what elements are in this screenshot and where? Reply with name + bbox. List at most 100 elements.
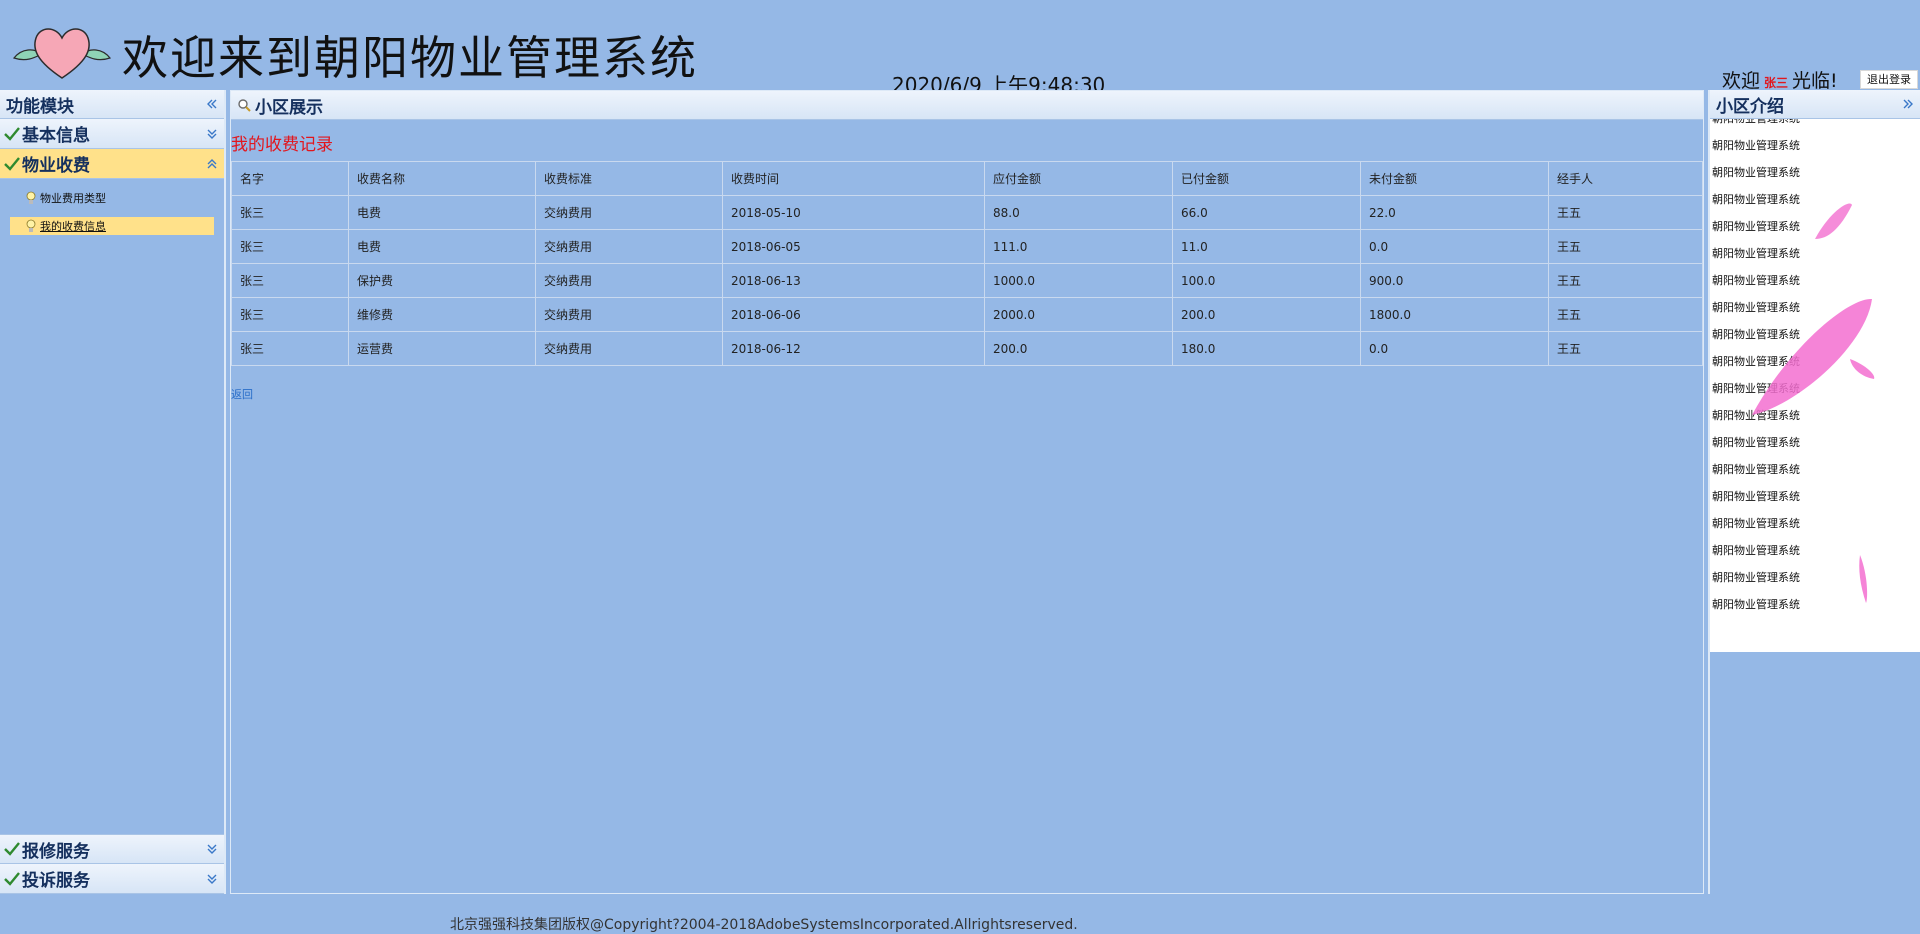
magnifier-icon [238,99,251,112]
sidebar-header: 功能模块 [0,90,224,119]
heart-with-wings-icon [12,28,112,79]
column-header: 经手人 [1548,161,1703,196]
right-panel-header: 小区介绍 [1710,90,1920,119]
main-panel: 小区展示 我的收费记录 名字 收费名称 收费标准 收费时间 应付金额 已付金额 … [230,90,1704,894]
table-cell: 张三 [231,263,349,298]
intro-line: 朝阳物业管理系统 [1712,598,1800,611]
welcome-suffix: 光临! [1792,70,1838,92]
chevron-down-icon [206,843,218,855]
table-row: 张三 电费 交纳费用 2018-06-05 111.0 11.0 0.0 王五 [231,229,1703,264]
table-cell: 2018-06-13 [722,263,985,298]
table-cell: 运营费 [348,331,536,366]
intro-line: 朝阳物业管理系统 [1712,409,1800,422]
collapse-left-icon[interactable] [206,98,218,110]
table-cell: 2018-06-06 [722,297,985,332]
table-cell: 0.0 [1360,229,1549,264]
table-cell: 900.0 [1360,263,1549,298]
table-cell: 100.0 [1172,263,1361,298]
intro-line: 朝阳物业管理系统 [1712,463,1800,476]
check-icon [4,871,20,886]
sidebar-item-my-fees[interactable]: 我的收费信息 [10,217,214,235]
table-cell: 王五 [1548,195,1703,230]
table-cell: 180.0 [1172,331,1361,366]
table-cell: 111.0 [984,229,1173,264]
table-cell: 张三 [231,195,349,230]
column-header: 已付金额 [1172,161,1361,196]
sidebar: 功能模块 基本信息 物业收费 物业费用类型 我的收费信息 报修服务 投诉服务 [0,90,226,894]
main-header: 小区展示 [231,91,1703,120]
table-cell: 张三 [231,331,349,366]
table-cell: 22.0 [1360,195,1549,230]
check-icon [4,126,20,141]
site-title: 欢迎来到朝阳物业管理系统 [122,31,698,85]
table-cell: 交纳费用 [535,297,723,332]
intro-line: 朝阳物业管理系统 [1712,517,1800,530]
intro-line: 朝阳物业管理系统 [1712,328,1800,341]
column-header: 收费时间 [722,161,985,196]
table-cell: 2018-05-10 [722,195,985,230]
table-cell: 交纳费用 [535,263,723,298]
table-cell: 200.0 [1172,297,1361,332]
user-name: 张三 [1764,76,1789,90]
table-cell: 1800.0 [1360,297,1549,332]
sidebar-submenu: 物业费用类型 我的收费信息 [0,179,224,251]
table-header-row: 名字 收费名称 收费标准 收费时间 应付金额 已付金额 未付金额 经手人 [231,161,1703,196]
sidebar-group-basic-info[interactable]: 基本信息 [0,119,224,149]
intro-line: 朝阳物业管理系统 [1712,166,1800,179]
intro-line: 朝阳物业管理系统 [1712,193,1800,206]
section-title: 我的收费记录 [231,135,333,155]
sidebar-group-repair[interactable]: 报修服务 [0,834,224,864]
expand-right-icon[interactable] [1902,98,1914,110]
intro-scroll-box[interactable]: 朝阳物业管理系统 朝阳物业管理系统 朝阳物业管理系统 朝阳物业管理系统 朝阳物业管理系统… [1710,119,1920,652]
check-icon [4,842,20,856]
table-cell: 2000.0 [984,297,1173,332]
right-panel-title: 小区介绍 [1716,96,1784,117]
table-row: 张三 运营费 交纳费用 2018-06-12 200.0 180.0 0.0 王… [231,331,1703,366]
sidebar-group-complaint[interactable]: 投诉服务 [0,864,224,894]
table-row: 张三 维修费 交纳费用 2018-06-06 2000.0 200.0 1800… [231,297,1703,332]
intro-line: 朝阳物业管理系统 [1712,247,1800,260]
table-cell: 66.0 [1172,195,1361,230]
intro-line: 朝阳物业管理系统 [1712,436,1800,449]
table-cell: 交纳费用 [535,331,723,366]
fee-records-table: 名字 收费名称 收费标准 收费时间 应付金额 已付金额 未付金额 经手人 张三 … [231,161,1703,366]
intro-line: 朝阳物业管理系统 [1712,220,1800,233]
sidebar-item-label: 物业费用类型 [40,192,106,205]
column-header: 名字 [231,161,349,196]
sidebar-item-fee-types[interactable]: 物业费用类型 [10,189,214,207]
table-cell: 交纳费用 [535,229,723,264]
intro-line: 朝阳物业管理系统 [1712,139,1800,152]
table-cell: 0.0 [1360,331,1549,366]
sidebar-item-label: 我的收费信息 [40,220,106,233]
sidebar-group-label: 基本信息 [22,126,90,146]
back-link[interactable]: 返回 [231,386,253,402]
table-cell: 王五 [1548,229,1703,264]
logout-button[interactable]: 退出登录 [1860,70,1918,89]
intro-line: 朝阳物业管理系统 [1712,571,1800,584]
table-cell: 电费 [348,195,536,230]
sidebar-group-property-fees[interactable]: 物业收费 [0,149,224,179]
intro-line: 朝阳物业管理系统 [1712,382,1800,395]
sidebar-group-label: 物业收费 [22,156,90,176]
sidebar-title: 功能模块 [6,96,74,117]
footer: 北京强强科技集团版权@Copyright?2004-2018AdobeSyste… [0,896,1920,934]
table-cell: 维修费 [348,297,536,332]
table-cell: 电费 [348,229,536,264]
sidebar-group-label: 报修服务 [22,841,90,862]
table-cell: 1000.0 [984,263,1173,298]
copyright-text: 北京强强科技集团版权@Copyright?2004-2018AdobeSyste… [450,917,1078,933]
welcome-message: 欢迎 张三 光临! [1722,66,1838,93]
main-title: 小区展示 [255,97,323,118]
sidebar-group-label: 投诉服务 [22,871,90,891]
column-header: 未付金额 [1360,161,1549,196]
intro-line: 朝阳物业管理系统 [1710,119,1920,132]
table-cell: 王五 [1548,297,1703,332]
column-header: 收费名称 [348,161,536,196]
table-cell: 88.0 [984,195,1173,230]
table-cell: 王五 [1548,263,1703,298]
chevron-down-icon [206,873,218,885]
sidebar-bottom-groups: 报修服务 投诉服务 [0,834,224,894]
welcome-prefix: 欢迎 [1722,70,1761,92]
intro-line: 朝阳物业管理系统 [1712,490,1800,503]
table-cell: 交纳费用 [535,195,723,230]
